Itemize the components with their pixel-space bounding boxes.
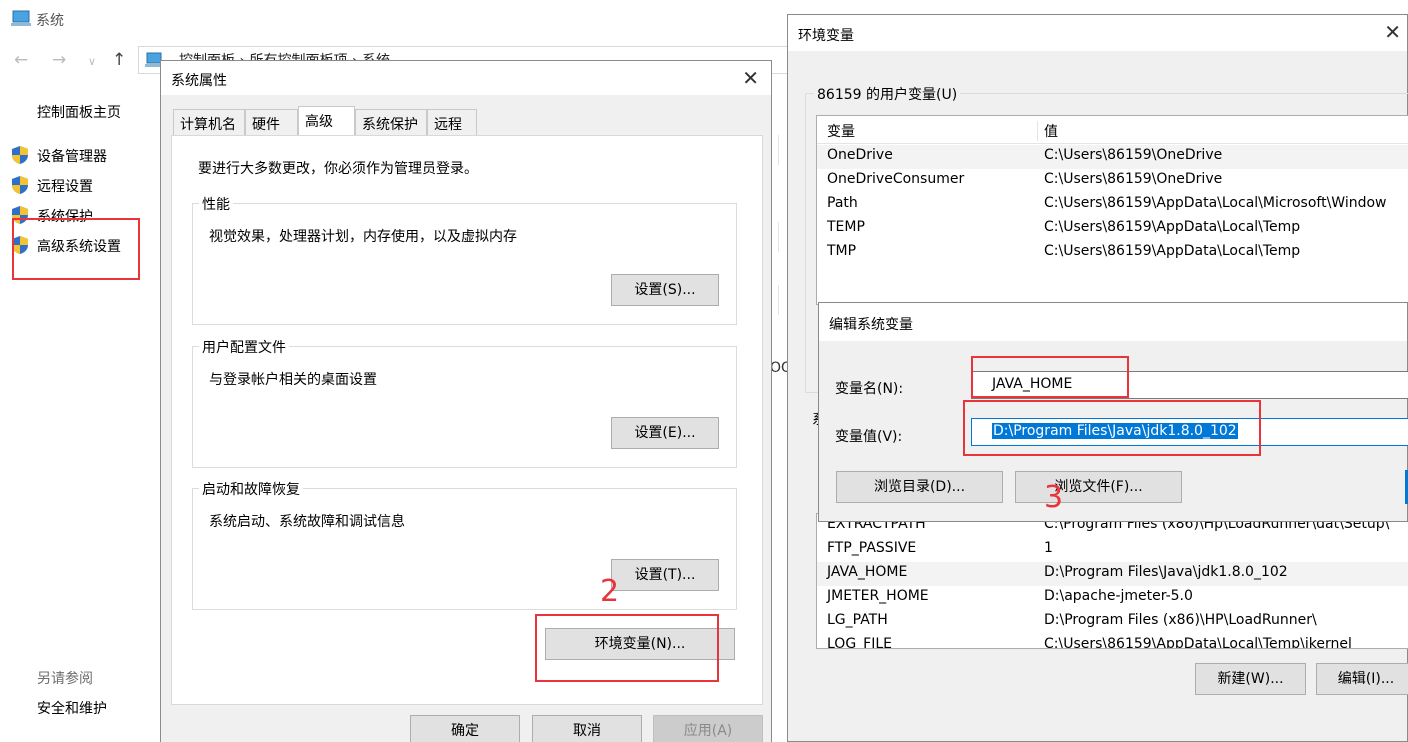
variable-value: 1 <box>1044 540 1053 556</box>
dialog-title: 系统属性 <box>171 73 227 89</box>
annotation-number-2: 2 <box>600 574 620 609</box>
annotation-box-3-name <box>971 356 1129 398</box>
startup-recovery-group: 启动和故障恢复 系统启动、系统故障和调试信息 设置(T)... <box>192 479 737 610</box>
list-row[interactable]: TEMP C:\Users\86159\AppData\Local\Temp <box>817 217 1408 241</box>
divider <box>778 222 779 252</box>
variable-value: C:\Users\86159\OneDrive <box>1044 147 1223 163</box>
column-header-value[interactable]: 值 <box>1037 121 1058 141</box>
user-profiles-group: 用户配置文件 与登录帐户相关的桌面设置 设置(E)... <box>192 337 737 468</box>
variable-name: JAVA_HOME <box>827 564 908 580</box>
recent-chevron-icon[interactable]: ∨ <box>88 55 96 68</box>
security-maintenance-link[interactable]: 安全和维护 <box>37 698 107 718</box>
performance-group: 性能 视觉效果，处理器计划，内存使用，以及虚拟内存 设置(S)... <box>192 194 737 325</box>
system-variables-list[interactable]: EXTRACTPATH C:\Program Files (x86)\Hp\Lo… <box>816 513 1408 649</box>
list-header: 变量 值 <box>817 116 1408 144</box>
tab-hardware[interactable]: 硬件 <box>245 109 298 135</box>
annotation-box-3-value <box>963 400 1261 456</box>
annotation-box-1 <box>12 218 140 280</box>
edit-variable-button[interactable]: 编辑(I)... <box>1316 663 1408 695</box>
column-header-name[interactable]: 变量 <box>827 121 855 141</box>
list-row[interactable]: FTP_PASSIVE 1 <box>817 538 1408 562</box>
shield-icon <box>12 146 28 164</box>
variable-name: FTP_PASSIVE <box>827 540 917 556</box>
variable-value-label: 变量值(V): <box>835 429 903 445</box>
tab-computer-name[interactable]: 计算机名 <box>173 109 245 135</box>
cancel-button[interactable]: 取消 <box>532 715 642 742</box>
dialog-titlebar: 环境变量 ✕ <box>788 15 1407 51</box>
startup-recovery-settings-button[interactable]: 设置(T)... <box>611 559 719 591</box>
list-row[interactable]: LG_PATH D:\Program Files (x86)\HP\LoadRu… <box>817 610 1408 634</box>
divider <box>778 285 779 315</box>
remote-settings-link[interactable]: 远程设置 <box>37 176 93 196</box>
variable-name: Path <box>827 195 858 211</box>
list-row[interactable]: OneDrive C:\Users\86159\OneDrive <box>817 145 1408 169</box>
list-row[interactable]: JAVA_HOME D:\Program Files\Java\jdk1.8.0… <box>817 562 1408 586</box>
list-row[interactable]: TMP C:\Users\86159\AppData\Local\Temp <box>817 241 1408 265</box>
variable-name-label: 变量名(N): <box>835 381 904 397</box>
new-variable-button[interactable]: 新建(W)... <box>1195 663 1306 695</box>
admin-note: 要进行大多数更改，你必须作为管理员登录。 <box>198 161 478 177</box>
computer-icon <box>11 10 31 26</box>
shield-icon <box>12 176 28 194</box>
variable-name: JMETER_HOME <box>827 588 929 604</box>
group-label: 启动和故障恢复 <box>199 479 303 499</box>
annotation-number-3: 3 <box>1044 480 1064 515</box>
user-variables-list[interactable]: 变量 值 OneDrive C:\Users\86159\OneDrive On… <box>816 115 1408 305</box>
system-titlebar: 系统 <box>0 0 790 38</box>
variable-value: C:\Users\86159\OneDrive <box>1044 171 1223 187</box>
close-icon[interactable]: ✕ <box>1384 20 1401 44</box>
variable-value: C:\Users\86159\AppData\Local\Temp <box>1044 243 1301 259</box>
variable-value: D:\Program Files (x86)\HP\LoadRunner\ <box>1044 612 1317 628</box>
dialog-title: 环境变量 <box>798 28 854 44</box>
group-label: 86159 的用户变量(U) <box>814 84 961 104</box>
dialog-title: 编辑系统变量 <box>829 317 913 333</box>
list-row[interactable]: Path C:\Users\86159\AppData\Local\Micros… <box>817 193 1408 217</box>
group-label: 用户配置文件 <box>199 337 289 357</box>
tab-remote[interactable]: 远程 <box>427 109 477 135</box>
annotation-box-2 <box>535 614 719 682</box>
tab-system-protection[interactable]: 系统保护 <box>355 109 427 135</box>
user-profiles-settings-button[interactable]: 设置(E)... <box>611 417 719 449</box>
variable-name: LG_PATH <box>827 612 888 628</box>
group-description: 与登录帐户相关的桌面设置 <box>209 372 377 388</box>
variable-name: TMP <box>827 243 857 259</box>
list-row[interactable]: LOG_FILE C:\Users\86159\AppData\Local\Te… <box>817 634 1408 649</box>
device-manager-link[interactable]: 设备管理器 <box>37 146 107 166</box>
variable-value: C:\Users\86159\AppData\Local\Temp <box>1044 219 1301 235</box>
variable-value: D:\Program Files\Java\jdk1.8.0_102 <box>1044 564 1288 580</box>
variable-value: C:\Users\86159\AppData\Local\Temp\ikerne… <box>1044 636 1352 649</box>
list-row[interactable]: JMETER_HOME D:\apache-jmeter-5.0 <box>817 586 1408 610</box>
up-arrow-icon[interactable]: ↑ <box>112 50 126 70</box>
divider <box>778 135 779 165</box>
system-window-title: 系统 <box>36 13 64 29</box>
back-arrow-icon[interactable]: ← <box>14 50 28 70</box>
browse-file-button[interactable]: 浏览文件(F)... <box>1015 471 1182 503</box>
apply-button[interactable]: 应用(A) <box>653 715 763 742</box>
browse-directory-button[interactable]: 浏览目录(D)... <box>836 471 1003 503</box>
variable-name: OneDrive <box>827 147 893 163</box>
see-also-heading: 另请参阅 <box>37 671 93 687</box>
group-description: 系统启动、系统故障和调试信息 <box>209 514 405 530</box>
tab-advanced[interactable]: 高级 <box>298 106 355 136</box>
forward-arrow-icon[interactable]: → <box>52 50 66 70</box>
close-icon[interactable]: ✕ <box>742 66 759 90</box>
dialog-titlebar: 系统属性 ✕ <box>161 61 771 95</box>
variable-name: TEMP <box>827 219 865 235</box>
group-description: 视觉效果，处理器计划，内存使用，以及虚拟内存 <box>209 229 517 245</box>
list-row[interactable]: OneDriveConsumer C:\Users\86159\OneDrive <box>817 169 1408 193</box>
variable-name: LOG_FILE <box>827 636 892 649</box>
variable-name: OneDriveConsumer <box>827 171 965 187</box>
variable-value: C:\Users\86159\AppData\Local\Microsoft\W… <box>1044 195 1387 211</box>
variable-value: D:\apache-jmeter-5.0 <box>1044 588 1193 604</box>
dialog-titlebar: 编辑系统变量 <box>819 303 1407 341</box>
control-panel-home-link[interactable]: 控制面板主页 <box>37 102 121 122</box>
performance-settings-button[interactable]: 设置(S)... <box>611 274 719 306</box>
ok-button[interactable]: 确定 <box>410 715 520 742</box>
group-label: 性能 <box>199 194 233 214</box>
